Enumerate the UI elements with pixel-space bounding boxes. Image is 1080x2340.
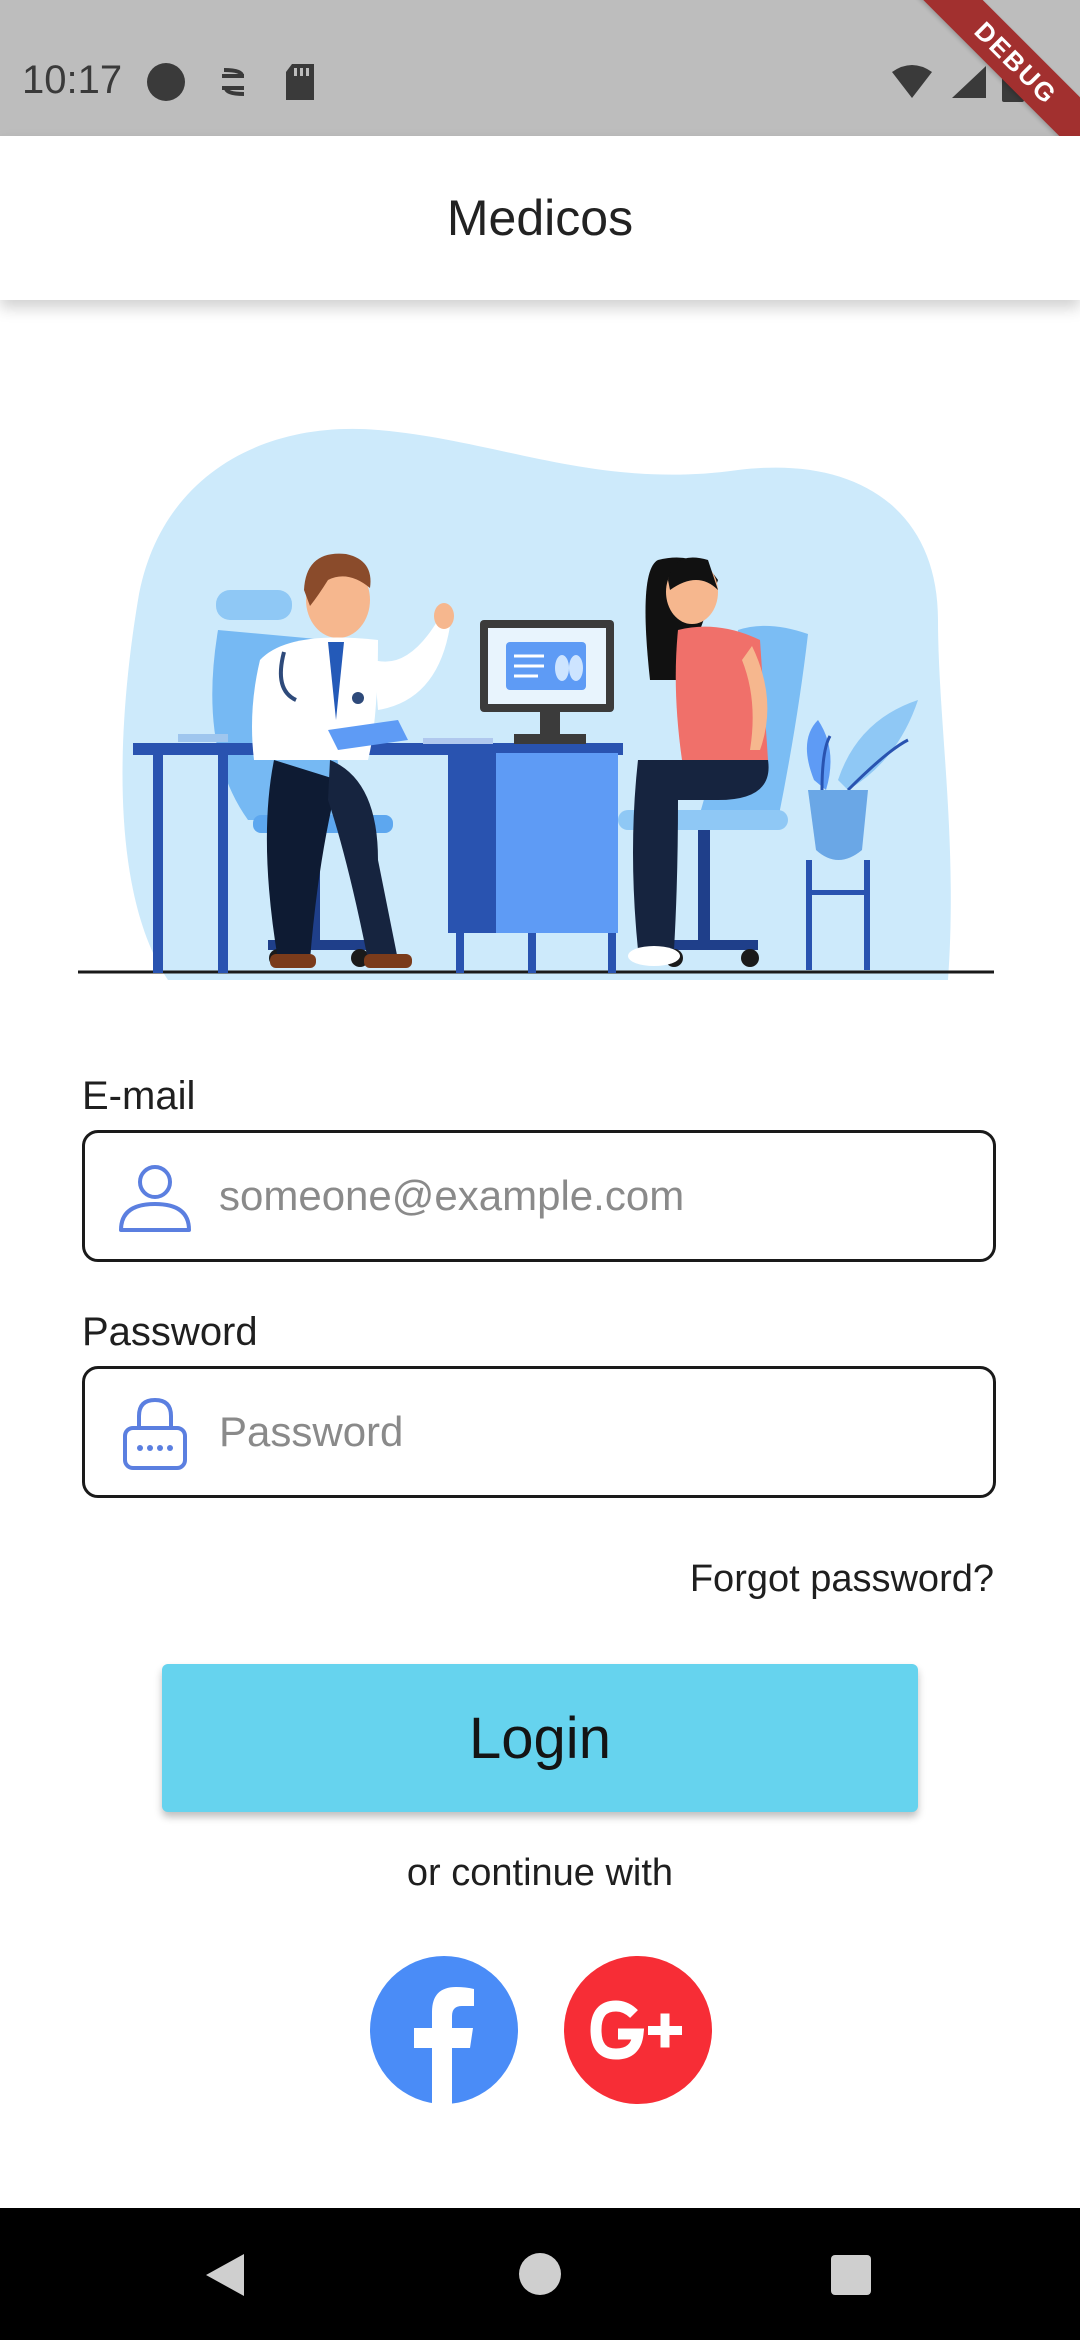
user-icon (115, 1156, 195, 1236)
forgot-password-link[interactable]: Forgot password? (690, 1558, 994, 1601)
wifi-icon (892, 65, 932, 98)
lock-icon (115, 1392, 195, 1472)
sync-icon (222, 68, 245, 96)
password-field[interactable] (217, 1407, 993, 1457)
circle-icon (147, 63, 185, 101)
signal-icon (952, 66, 986, 98)
back-icon[interactable] (202, 2252, 248, 2298)
password-input-box[interactable] (82, 1366, 996, 1498)
sd-card-icon (286, 64, 314, 100)
continue-with-label: or continue with (406, 1852, 674, 1894)
doctor-consultation-illustration (78, 428, 994, 980)
facebook-icon (414, 1987, 474, 2104)
app-title: Medicos (446, 190, 634, 246)
recents-icon[interactable] (830, 2254, 872, 2296)
email-input-box[interactable] (82, 1130, 996, 1262)
hero-illustration (78, 420, 994, 980)
facebook-button[interactable] (370, 1956, 518, 2104)
email-label: E-mail (82, 1074, 196, 1118)
status-icons-left (146, 62, 318, 102)
google-plus-button[interactable] (564, 1956, 712, 2104)
app-bar: Medicos (0, 136, 1080, 300)
navigation-bar (0, 2208, 1080, 2340)
email-field[interactable] (217, 1171, 993, 1221)
google-plus-icon (590, 2000, 682, 2060)
status-time: 10:17 (22, 58, 123, 102)
home-icon[interactable] (518, 2252, 562, 2296)
status-bar: 10:17 DEBUG (0, 0, 1080, 136)
login-button[interactable]: Login (162, 1664, 918, 1812)
password-label: Password (82, 1310, 258, 1354)
